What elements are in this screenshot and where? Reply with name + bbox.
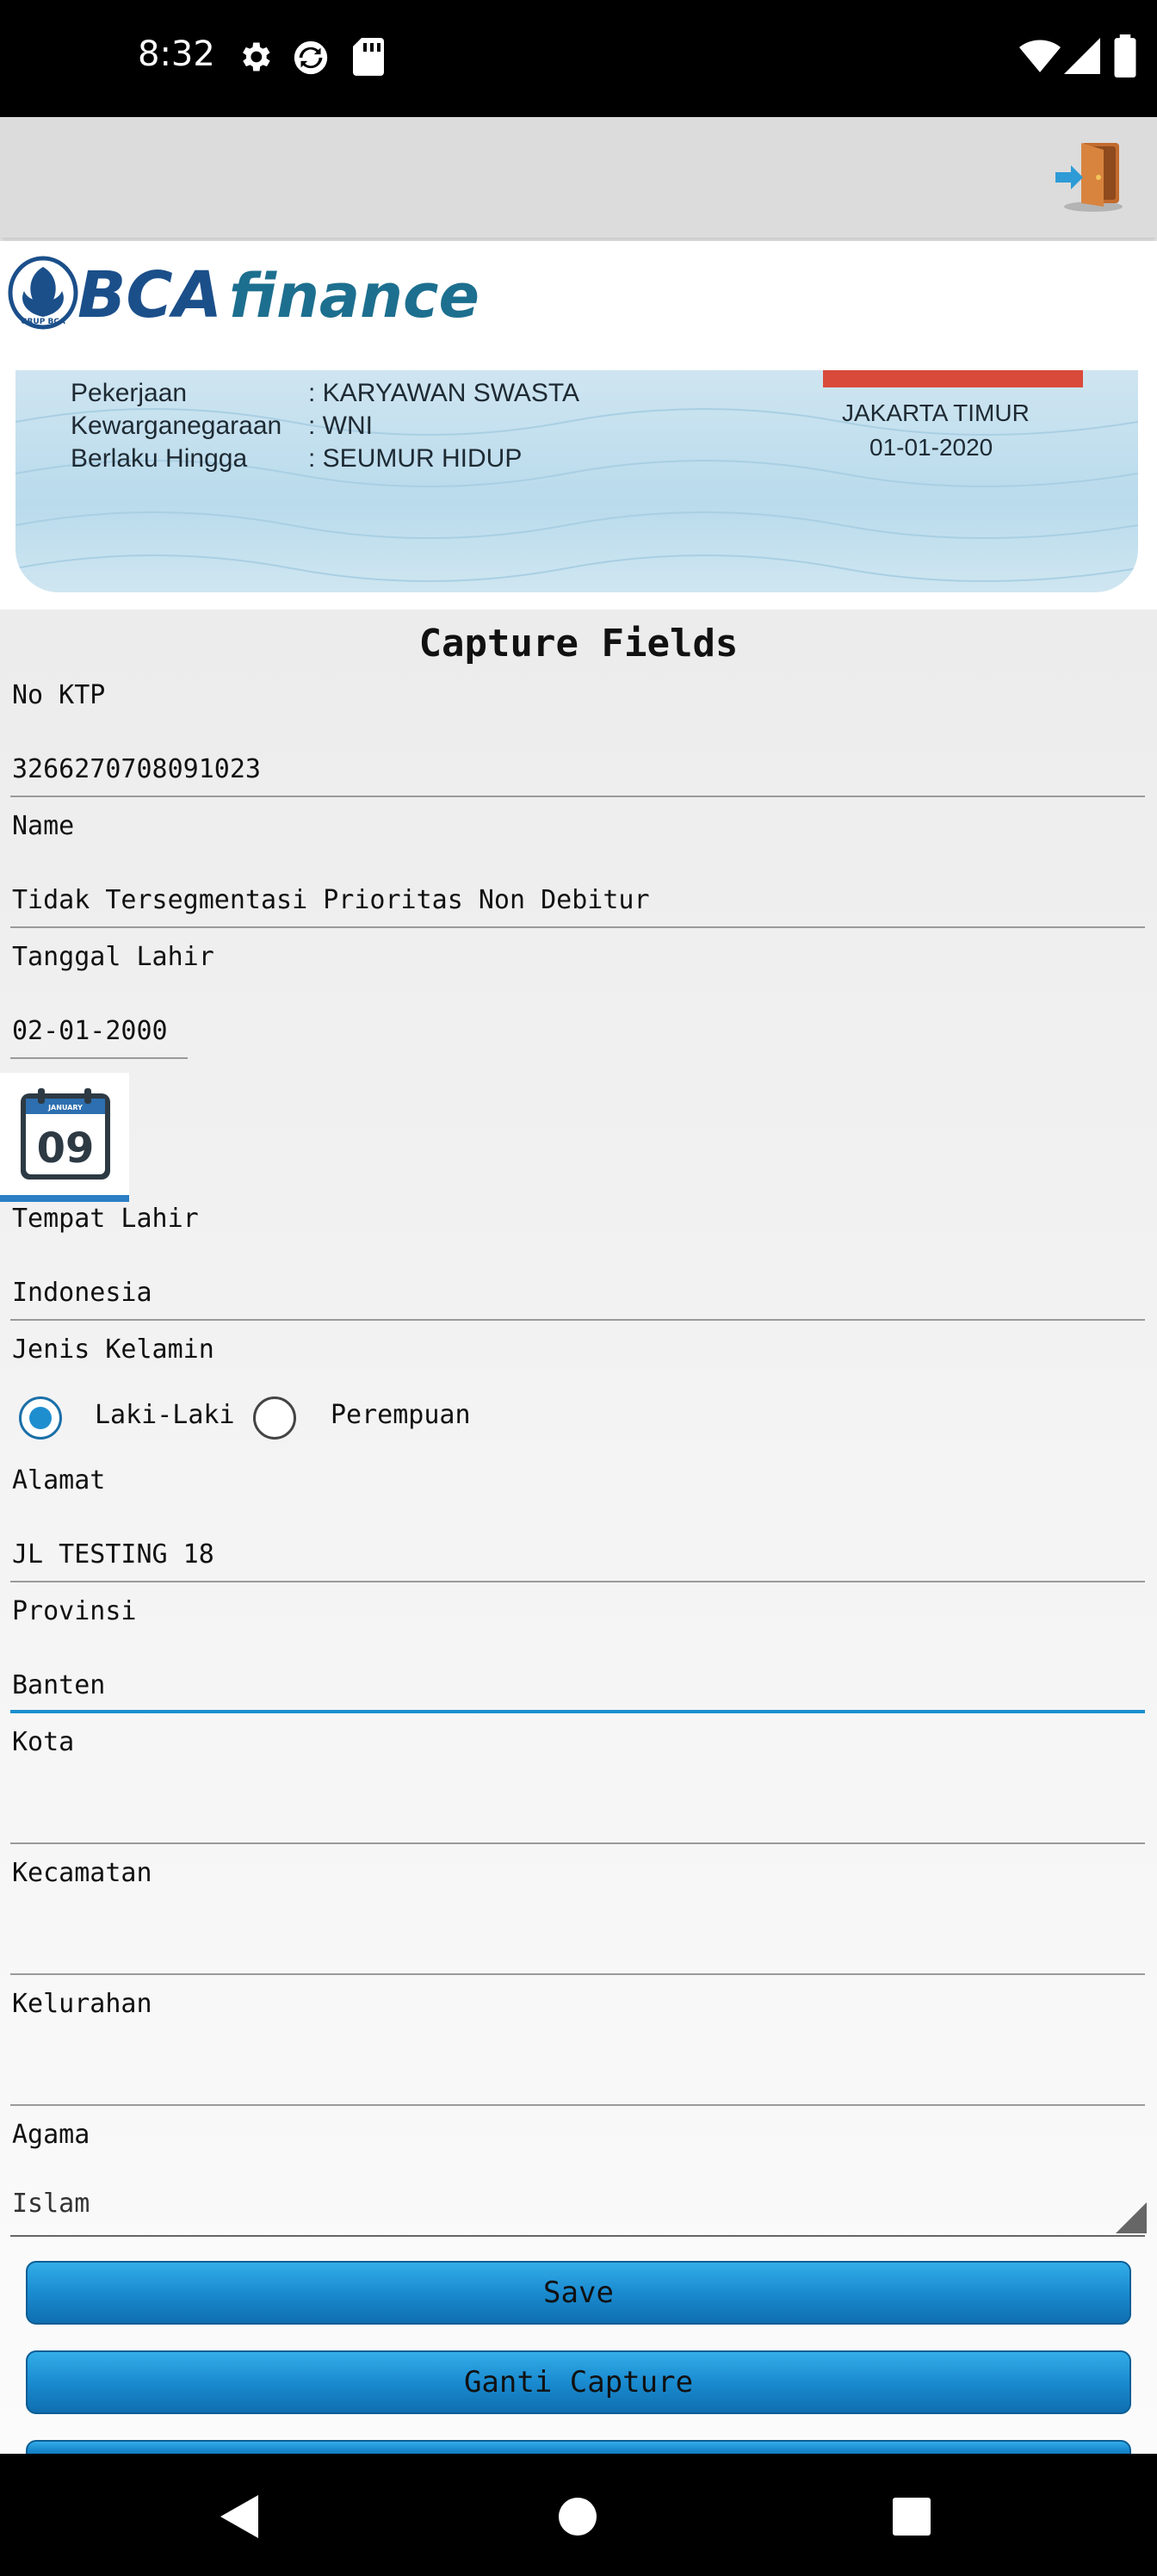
jenis-kelamin-label: Jenis Kelamin	[12, 1334, 214, 1365]
ganti-capture-button[interactable]: Ganti Capture	[26, 2350, 1131, 2414]
sd-card-icon	[353, 38, 384, 76]
ktp-label-pekerjaan: Pekerjaan	[71, 379, 188, 407]
name-underline	[10, 926, 1145, 928]
calendar-month: JANUARY	[47, 1104, 83, 1112]
status-time: 8:32	[138, 34, 215, 74]
save-button[interactable]: Save	[26, 2261, 1131, 2325]
radio-laki-laki-label[interactable]: Laki-Laki	[95, 1400, 235, 1430]
exit-door-icon[interactable]	[1052, 138, 1129, 215]
bca-finance-logo: GRUP BCA BCA finance	[8, 256, 480, 332]
recents-icon[interactable]	[892, 2497, 931, 2536]
calendar-button[interactable]: JANUARY 09	[0, 1073, 129, 1202]
ktp-city: JAKARTA TIMUR	[842, 399, 1030, 426]
ktp-label-kewarganegaraan: Kewarganegaraan	[71, 412, 282, 440]
ktp-date: 01-01-2020	[869, 434, 993, 461]
kecamatan-underline	[10, 1973, 1145, 1975]
ktp-label-berlaku: Berlaku Hingga	[71, 444, 248, 473]
tempat-lahir-label: Tempat Lahir	[12, 1204, 199, 1234]
alamat-underline	[10, 1581, 1145, 1582]
ktp-value-kewarganegaraan: : WNI	[308, 412, 373, 440]
back-icon[interactable]	[217, 2493, 260, 2540]
radio-perempuan[interactable]	[253, 1396, 296, 1440]
tanggal-lahir-underline	[10, 1057, 188, 1059]
kelurahan-underline	[10, 2104, 1145, 2106]
wifi-icon	[1019, 40, 1061, 72]
kecamatan-label: Kecamatan	[12, 1858, 152, 1888]
alamat-label: Alamat	[12, 1465, 106, 1495]
no-ktp-underline	[10, 796, 1145, 797]
no-ktp-field[interactable]: 3266270708091023	[12, 754, 261, 784]
status-bar: 8:32	[0, 0, 1157, 117]
capture-form: Capture Fields No KTP 3266270708091023 N…	[0, 610, 1157, 2457]
tempat-lahir-field[interactable]: Indonesia	[12, 1278, 152, 1308]
ktp-value-berlaku: : SEUMUR HIDUP	[308, 444, 523, 473]
kota-underline	[10, 1842, 1145, 1844]
no-ktp-label: No KTP	[12, 680, 106, 710]
battery-icon	[1114, 34, 1136, 77]
radio-perempuan-label[interactable]: Perempuan	[331, 1400, 471, 1430]
home-icon[interactable]	[558, 2497, 597, 2536]
calendar-day: 09	[37, 1124, 95, 1173]
tanggal-lahir-field[interactable]: 02-01-2000	[12, 1016, 168, 1046]
form-title: Capture Fields	[418, 622, 739, 666]
brand-header: GRUP BCA BCA finance	[0, 241, 1157, 370]
kelurahan-label: Kelurahan	[12, 1989, 152, 2019]
name-field[interactable]: Tidak Tersegmentasi Prioritas Non Debitu…	[12, 885, 650, 915]
navigation-bar	[0, 2454, 1157, 2576]
radio-laki-laki[interactable]	[19, 1396, 62, 1440]
tanggal-lahir-label: Tanggal Lahir	[12, 942, 214, 972]
sync-icon	[294, 40, 328, 75]
kota-label: Kota	[12, 1727, 75, 1757]
agama-select[interactable]: Islam	[12, 2189, 90, 2219]
ktp-card-image: Pekerjaan : KARYAWAN SWASTA Kewarganegar…	[15, 370, 1138, 592]
dropdown-arrow-icon[interactable]	[1116, 2202, 1147, 2233]
logo-text-finance: finance	[229, 261, 480, 331]
gear-icon	[243, 42, 270, 71]
signal-icon	[1064, 38, 1100, 74]
provinsi-field[interactable]: Banten	[12, 1670, 105, 1700]
provinsi-label: Provinsi	[12, 1596, 137, 1626]
agama-underline	[10, 2235, 1145, 2237]
logo-small-text: GRUP BCA	[21, 318, 65, 326]
logo-text-bca: BCA	[77, 258, 222, 332]
calendar-icon: JANUARY 09	[21, 1088, 110, 1180]
alamat-field[interactable]: JL TESTING 18	[12, 1539, 214, 1570]
provinsi-underline	[10, 1710, 1145, 1713]
calendar-button-indicator	[0, 1195, 129, 1202]
agama-label: Agama	[12, 2120, 90, 2150]
name-label: Name	[12, 811, 75, 841]
ktp-value-pekerjaan: : KARYAWAN SWASTA	[308, 379, 580, 407]
tempat-lahir-underline	[10, 1319, 1145, 1321]
ktp-preview: Pekerjaan : KARYAWAN SWASTA Kewarganegar…	[0, 370, 1157, 610]
app-bar	[0, 117, 1157, 238]
